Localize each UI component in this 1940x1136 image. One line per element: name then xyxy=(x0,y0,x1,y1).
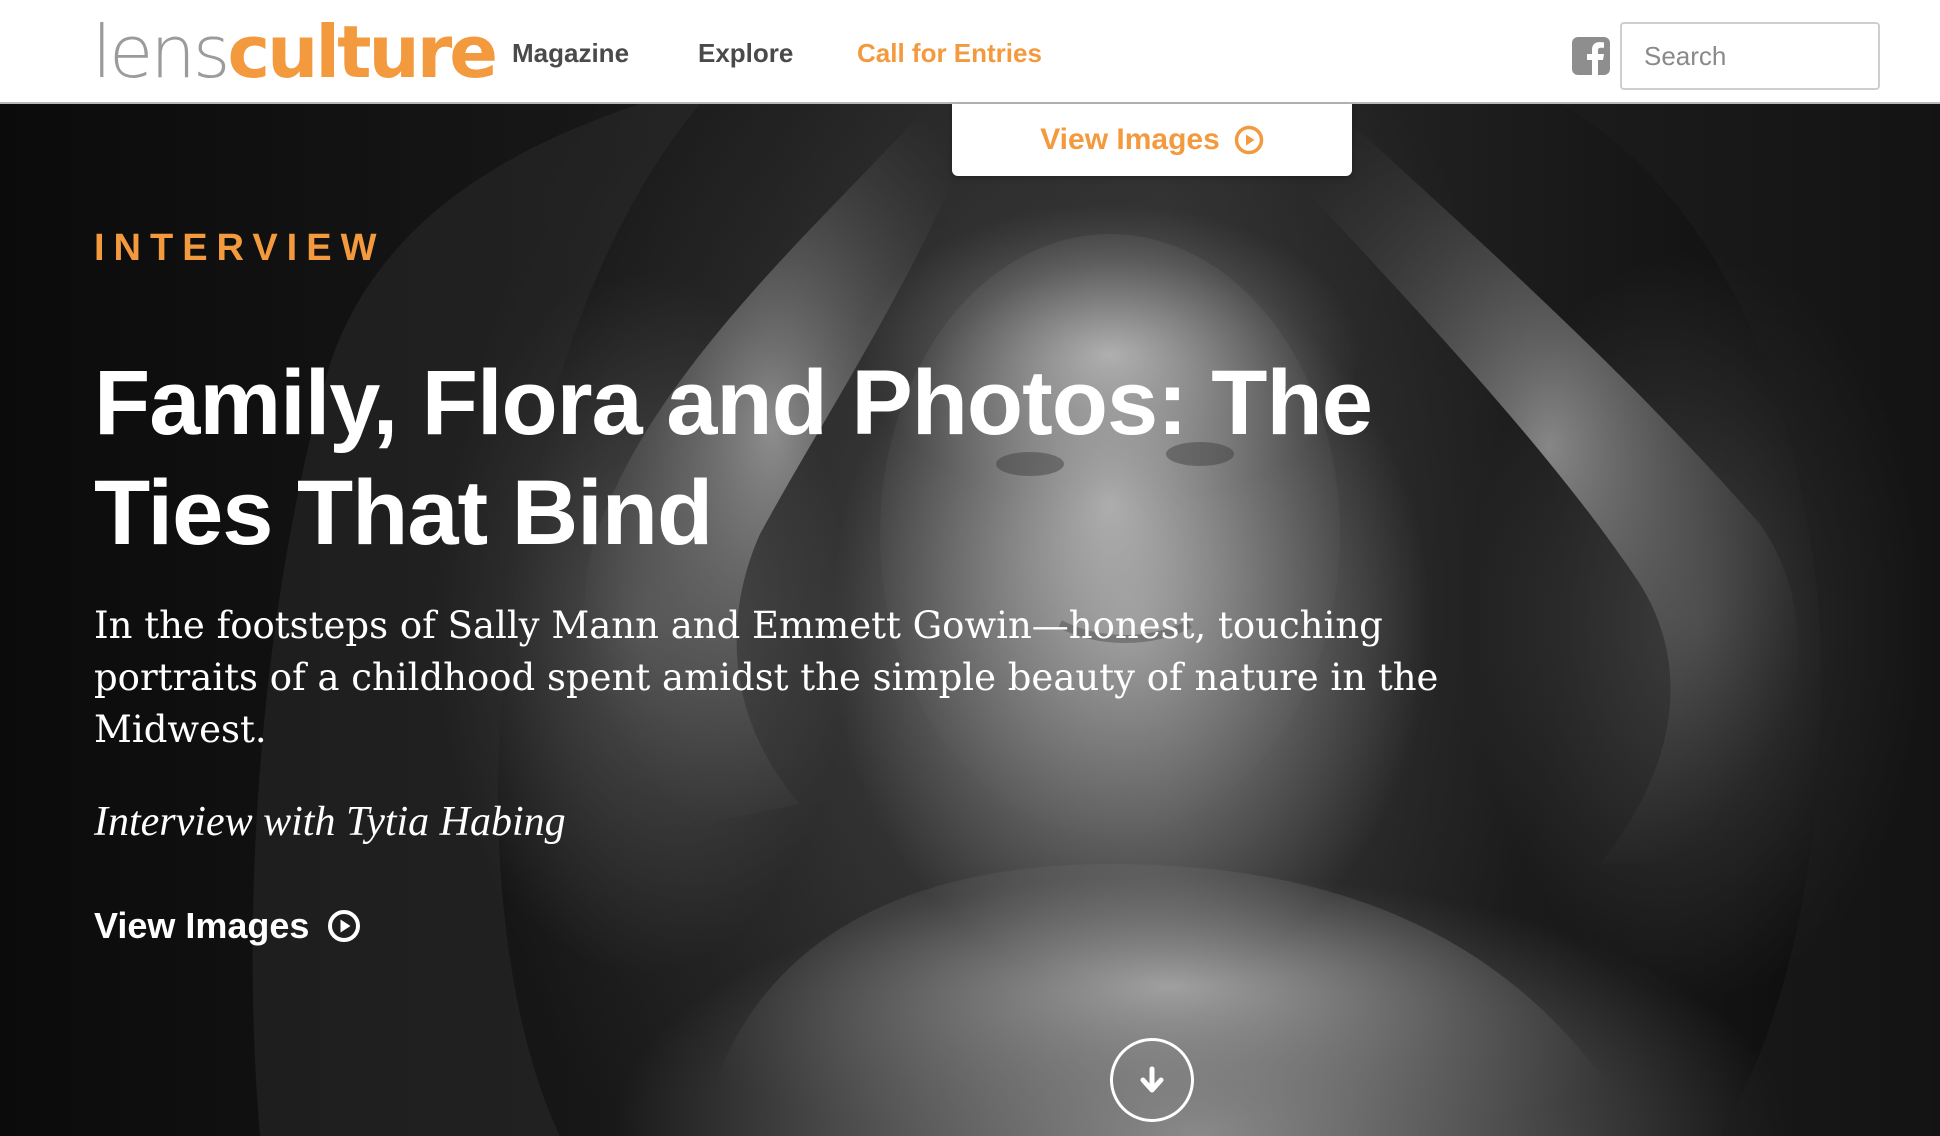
play-circle-icon xyxy=(1234,125,1264,155)
scroll-down-button[interactable] xyxy=(1110,1038,1194,1122)
hero-section: INTERVIEW Family, Flora and Photos: The … xyxy=(0,104,1940,1136)
nav-item-explore[interactable]: Explore xyxy=(698,36,793,70)
search-input[interactable] xyxy=(1620,22,1880,90)
logo-culture-text: culture xyxy=(227,10,498,94)
play-circle-icon xyxy=(328,910,361,942)
view-images-label: View Images xyxy=(94,905,310,946)
arrow-down-icon xyxy=(1140,1066,1164,1093)
view-images-tab-button[interactable]: View Images xyxy=(952,104,1352,176)
article-title: Family, Flora and Photos: The Ties That … xyxy=(94,352,1373,564)
logo-lens-text: lens xyxy=(92,10,230,94)
facebook-icon[interactable] xyxy=(1572,37,1610,75)
view-images-tab-label: View Images xyxy=(1040,123,1220,156)
view-images-button[interactable]: View Images xyxy=(94,905,361,947)
lensculture-logo[interactable]: lensculture xyxy=(92,8,498,96)
article-byline: Interview with Tytia Habing xyxy=(94,799,566,845)
article-dek: In the footsteps of Sally Mann and Emmet… xyxy=(94,604,1439,751)
article-kicker: INTERVIEW xyxy=(94,227,386,269)
nav-item-call-for-entries[interactable]: Call for Entries xyxy=(857,36,1042,70)
top-nav-bar: lensculture Magazine Explore Call for En… xyxy=(0,0,1940,104)
nav-item-magazine[interactable]: Magazine xyxy=(512,36,629,70)
